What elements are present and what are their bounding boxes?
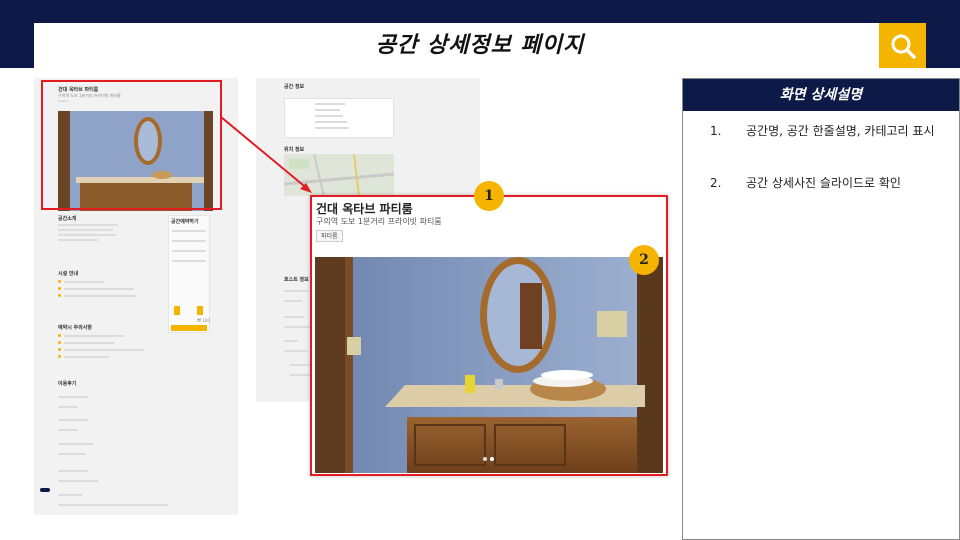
description-item-number: 1. <box>710 124 722 138</box>
badge-1: 1 <box>474 181 504 211</box>
category-tag[interactable]: 파티룸 <box>316 230 343 242</box>
badge-2: 2 <box>629 245 659 275</box>
description-panel: 화면 상세설명 1. 공간명, 공간 한줄설명, 카테고리 표시 2. 공간 상… <box>682 78 960 540</box>
description-item-2: 2. 공간 상세사진 슬라이드로 확인 <box>710 175 950 193</box>
space-subtitle: 구의역 도보 1분거리 프라이빗 파티룸 <box>316 217 442 226</box>
description-item-number: 2. <box>710 176 722 190</box>
description-header: 화면 상세설명 <box>683 79 959 111</box>
space-photo-slider[interactable] <box>315 257 663 473</box>
description-item-text: 공간 상세사진 슬라이드로 확인 <box>746 176 901 190</box>
zoom-detail-panel: 건대 옥타브 파티룸 구의역 도보 1분거리 프라이빗 파티룸 파티룸 <box>310 195 668 476</box>
space-name: 건대 옥타브 파티룸 <box>316 202 413 216</box>
description-item-1: 1. 공간명, 공간 한줄설명, 카테고리 표시 <box>710 123 950 157</box>
description-item-text: 공간명, 공간 한줄설명, 카테고리 표시 <box>746 124 935 138</box>
